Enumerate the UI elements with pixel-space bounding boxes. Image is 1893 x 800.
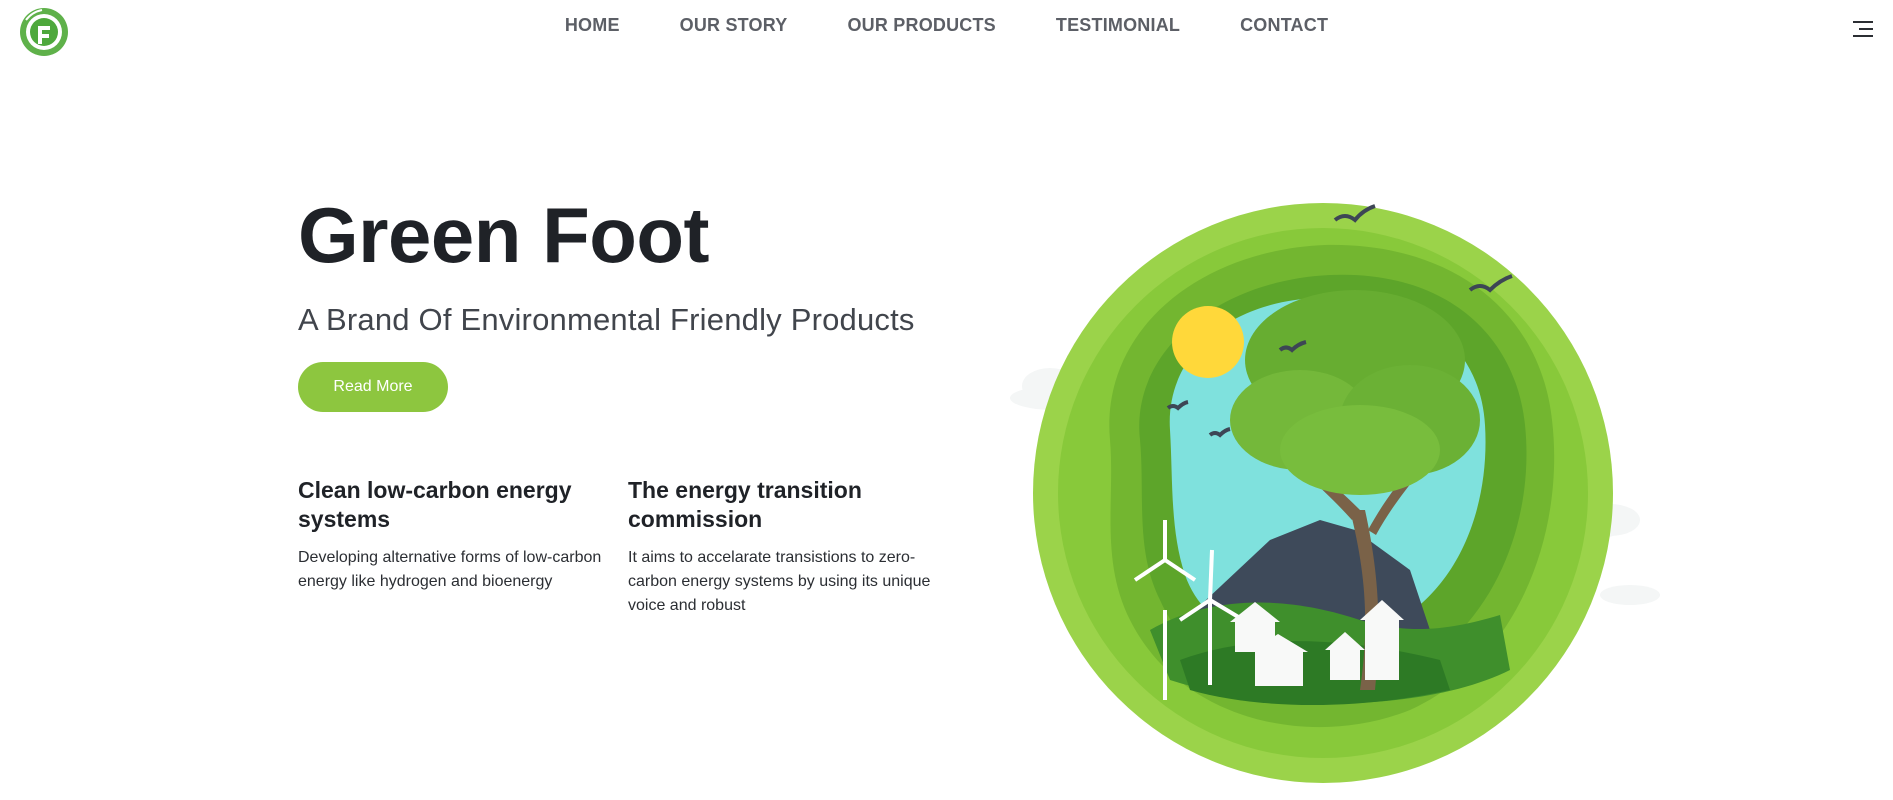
nav-testimonial[interactable]: TESTIMONIAL [1056,15,1180,35]
nav-our-products[interactable]: OUR PRODUCTS [847,15,995,35]
eco-landscape-illustration [1010,203,1660,783]
nav-home[interactable]: HOME [565,15,620,35]
main-nav: HOME OUR STORY OUR PRODUCTS TESTIMONIAL … [0,0,1893,50]
nav-our-story[interactable]: OUR STORY [680,15,788,35]
feature-body: Developing alternative forms of low-carb… [298,549,602,590]
feature-card: The energy transition commission It aims… [628,476,933,618]
page-title: Green Foot [298,191,710,279]
feature-title: Clean low-carbon energy systems [298,477,572,532]
feature-body: It aims to accelarate transistions to ze… [628,549,931,614]
read-more-button[interactable]: Read More [298,362,448,412]
green-foot-logo-icon[interactable] [18,6,70,58]
feature-card: Clean low-carbon energy systems Developi… [298,476,603,618]
hamburger-menu-icon[interactable] [1849,16,1875,42]
nav-contact[interactable]: CONTACT [1240,15,1328,35]
features-section: Clean low-carbon energy systems Developi… [298,476,933,618]
feature-title: The energy transition commission [628,477,862,532]
hero-subtitle: A Brand Of Environmental Friendly Produc… [298,302,915,337]
hero-section: Green Foot A Brand Of Environmental Frie… [298,196,998,412]
